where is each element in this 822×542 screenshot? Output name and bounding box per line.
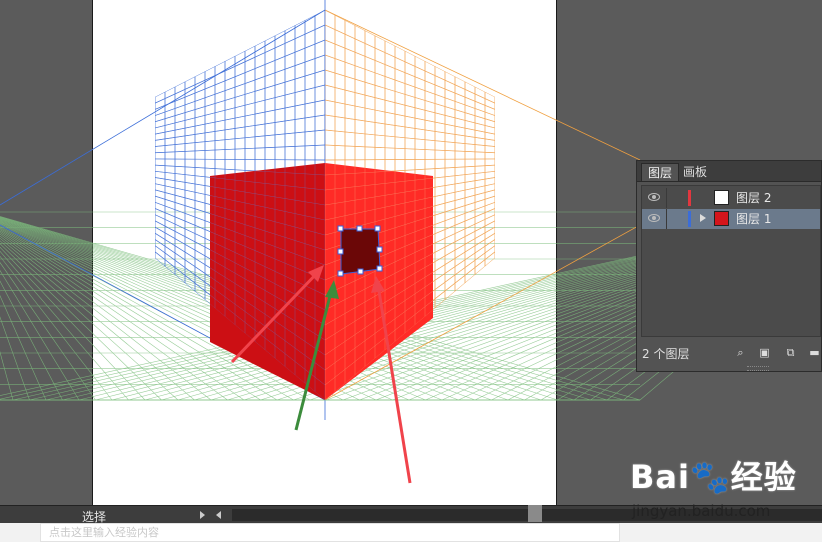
layer-row-selected[interactable]: 图层 1 [642,209,820,229]
grid-line [155,144,325,153]
grid-line [325,144,495,153]
tab-layers[interactable]: 图层 [641,163,680,181]
search-icon[interactable]: ⌕ [735,347,746,358]
grid-line [155,39,325,110]
content-input-field[interactable]: 点击这里输入经验内容 [40,523,620,542]
layer-count: 2 个图层 [642,347,690,361]
grid-line [155,10,325,98]
watermark-logo: Bai🐾经验 [630,458,797,496]
grid-line [0,280,63,401]
grid-line [155,158,325,161]
layers-panel[interactable]: 图层 画板 图层 2 图层 1 2 个图层 ⌕ ▣ ⧉ ▬ [636,160,822,372]
grid-line [155,129,325,147]
status-menu-arrow-icon[interactable] [196,508,210,522]
visibility-eye-icon[interactable] [648,193,660,201]
bottom-strip: 点击这里输入经验内容 [0,523,822,542]
layer-name[interactable]: 图层 2 [736,191,771,205]
new-sublayer-icon[interactable]: ▣ [759,347,770,358]
grid-line [325,114,495,141]
tab-artboards[interactable]: 画板 [677,163,713,181]
scroll-left-icon[interactable] [214,508,228,522]
new-layer-icon[interactable]: ⧉ [785,347,796,358]
watermark: Bai🐾经验 jingyan.baidu.com [630,452,822,524]
watermark-url: jingyan.baidu.com [632,502,771,520]
visibility-eye-icon[interactable] [648,214,660,222]
grid-line [325,10,495,98]
column-divider [666,188,667,208]
layer-row[interactable]: 图层 2 [642,188,820,208]
window-shape[interactable] [341,229,380,274]
layer-color-indicator [688,211,691,227]
grid-line [325,129,495,147]
trash-icon[interactable]: ▬ [809,347,820,358]
layer-name[interactable]: 图层 1 [736,212,771,226]
layer-thumbnail [714,211,729,226]
panel-tab-bar: 图层 画板 [637,161,821,182]
layer-list: 图层 2 图层 1 [641,185,821,337]
grid-line [325,99,495,135]
grid-line [325,158,495,161]
expand-triangle-icon[interactable] [700,214,706,222]
panel-resize-grip[interactable] [747,366,769,371]
layer-thumbnail [714,190,729,205]
layers-panel-footer: 2 个图层 ⌕ ▣ ⧉ ▬ [637,343,821,363]
grid-line [324,9,641,161]
scrollbar-thumb[interactable] [528,505,542,522]
column-divider [666,209,667,229]
grid-line [155,99,325,135]
layer-color-indicator [688,190,691,206]
grid-line [155,69,325,123]
grid-line [155,114,325,141]
grid-line [325,69,495,123]
